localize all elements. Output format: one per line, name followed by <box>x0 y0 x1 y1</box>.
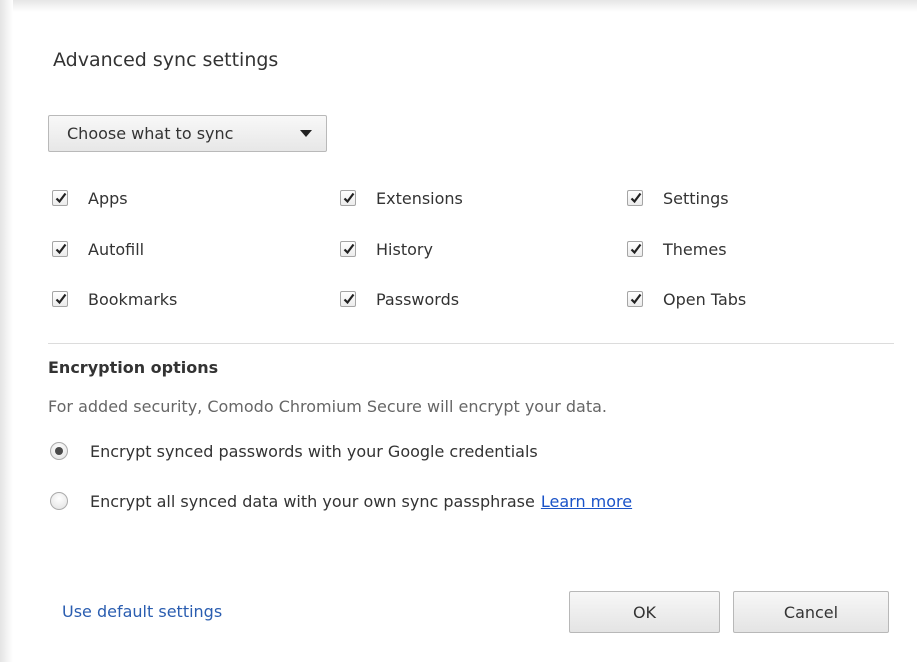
encryption-heading: Encryption options <box>48 358 219 377</box>
dialog-left-border <box>0 0 13 662</box>
checkbox-label: Themes <box>663 239 727 259</box>
check-icon[interactable] <box>52 241 68 257</box>
checkbox-settings[interactable]: Settings <box>627 186 729 210</box>
check-icon[interactable] <box>52 291 68 307</box>
check-icon[interactable] <box>340 190 356 206</box>
radio-encrypt-passwords[interactable]: Encrypt synced passwords with your Googl… <box>50 439 538 463</box>
choose-what-to-sync-dropdown[interactable]: Choose what to sync <box>48 115 327 152</box>
check-icon[interactable] <box>340 291 356 307</box>
dropdown-arrow-icon <box>300 130 312 137</box>
check-icon[interactable] <box>627 241 643 257</box>
checkbox-label: History <box>376 239 433 259</box>
checkbox-autofill[interactable]: Autofill <box>52 237 144 261</box>
check-icon[interactable] <box>340 241 356 257</box>
check-icon[interactable] <box>52 190 68 206</box>
checkbox-apps[interactable]: Apps <box>52 186 128 210</box>
ok-button[interactable]: OK <box>569 591 720 633</box>
checkbox-label: Settings <box>663 188 729 208</box>
radio-selected-icon[interactable] <box>50 442 68 460</box>
checkbox-passwords[interactable]: Passwords <box>340 287 459 311</box>
checkbox-extensions[interactable]: Extensions <box>340 186 463 210</box>
checkbox-label: Autofill <box>88 239 145 259</box>
sync-settings-dialog: Advanced sync settings Choose what to sy… <box>0 0 917 662</box>
checkbox-label: Apps <box>88 188 128 208</box>
encryption-description: For added security, Comodo Chromium Secu… <box>48 397 608 416</box>
checkbox-history[interactable]: History <box>340 237 433 261</box>
section-divider <box>48 343 894 344</box>
check-icon[interactable] <box>627 291 643 307</box>
use-default-settings-link[interactable]: Use default settings <box>62 602 222 621</box>
checkbox-open-tabs[interactable]: Open Tabs <box>627 287 746 311</box>
radio-encrypt-all-data[interactable]: Encrypt all synced data with your own sy… <box>50 489 632 513</box>
dialog-top-shadow <box>0 0 917 12</box>
radio-label: Encrypt all synced data with your own sy… <box>90 491 535 511</box>
radio-label: Encrypt synced passwords with your Googl… <box>90 441 538 461</box>
dialog-title: Advanced sync settings <box>53 49 279 71</box>
checkbox-label: Passwords <box>376 289 460 309</box>
checkbox-label: Bookmarks <box>88 289 178 309</box>
checkbox-label: Open Tabs <box>663 289 747 309</box>
checkbox-label: Extensions <box>376 188 463 208</box>
checkbox-themes[interactable]: Themes <box>627 237 727 261</box>
learn-more-link[interactable]: Learn more <box>541 492 632 511</box>
check-icon[interactable] <box>627 190 643 206</box>
checkbox-bookmarks[interactable]: Bookmarks <box>52 287 177 311</box>
cancel-button[interactable]: Cancel <box>733 591 889 633</box>
dropdown-selected-value: Choose what to sync <box>67 124 234 143</box>
radio-unselected-icon[interactable] <box>50 492 68 510</box>
